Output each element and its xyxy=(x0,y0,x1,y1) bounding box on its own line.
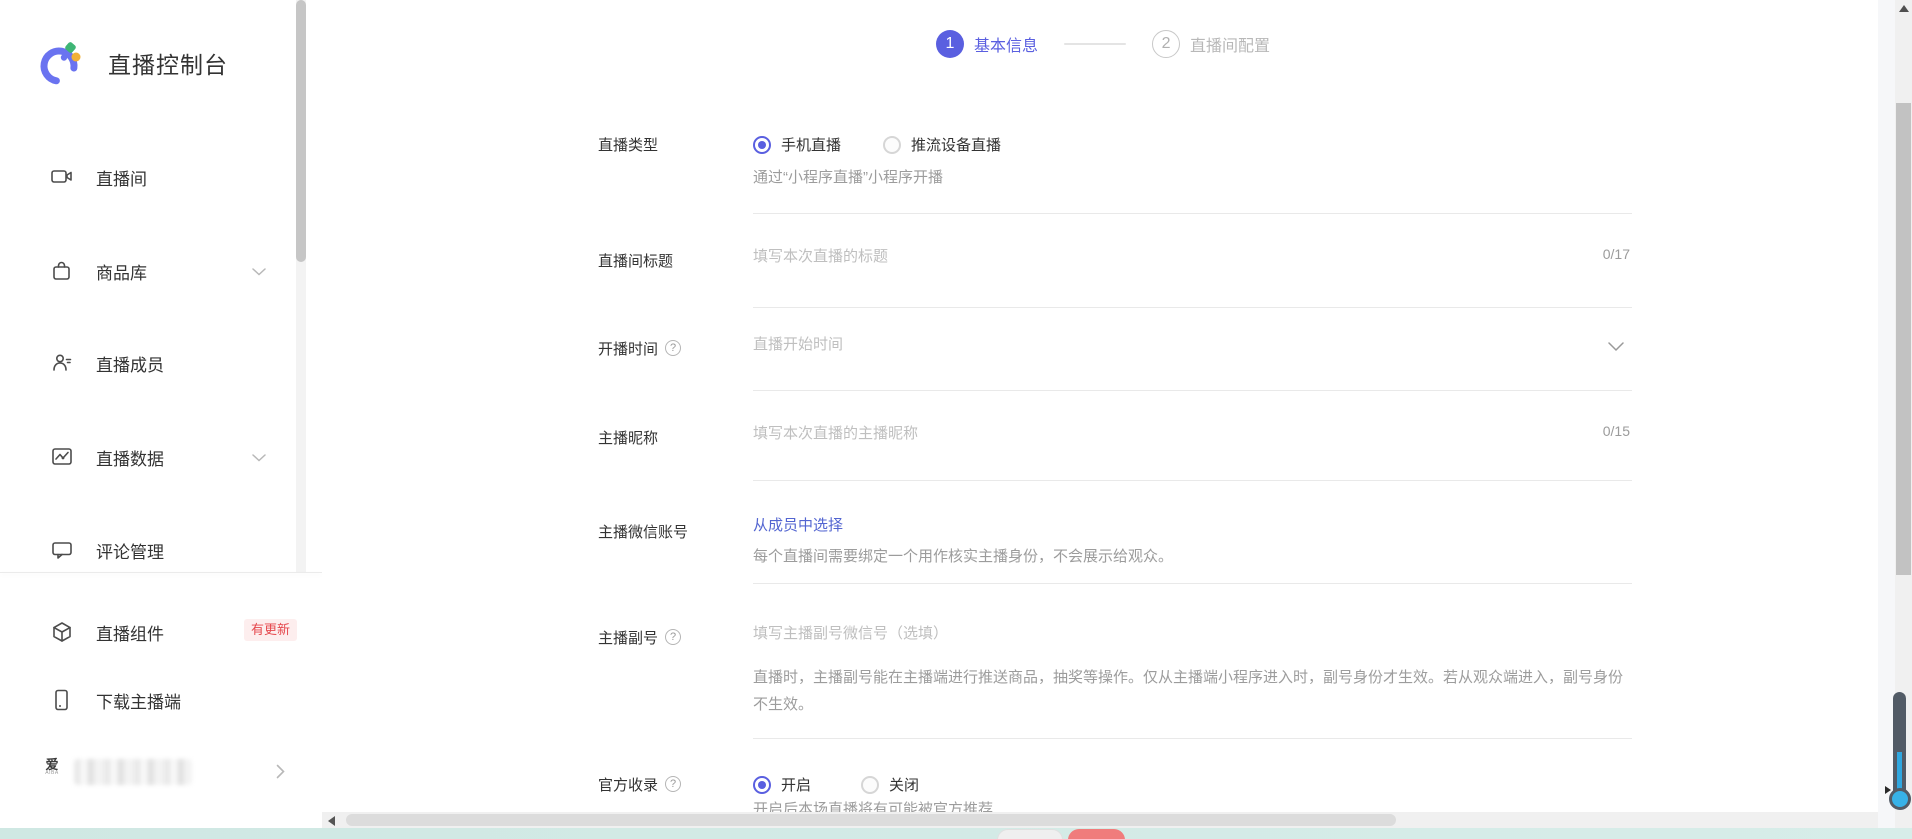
app-logo-icon xyxy=(38,40,84,86)
sub-account-hint: 直播时，主播副号能在主播端进行推送商品，抽奖等操作。仅从主播端小程序进入时，副号… xyxy=(753,664,1635,718)
row-divider xyxy=(753,583,1632,584)
sidebar-item-label: 直播数据 xyxy=(96,445,164,470)
footer-primary-button-clipped[interactable] xyxy=(1068,829,1125,839)
sidebar-scrollbar-thumb[interactable] xyxy=(296,0,306,262)
scroll-progress-widget[interactable] xyxy=(1891,692,1911,822)
comment-icon xyxy=(50,538,74,562)
vertical-scrollbar-thumb[interactable] xyxy=(1896,103,1911,575)
sidebar-item-live-data[interactable]: 直播数据 xyxy=(0,435,322,479)
official-label: 官方收录 ? xyxy=(598,774,681,794)
horizontal-scrollbar[interactable] xyxy=(322,812,1878,828)
sidebar-item-label: 直播间 xyxy=(96,165,147,190)
radio-official-off[interactable] xyxy=(861,776,879,794)
live-console-screen: 直播控制台 直播间 商品库 直播 xyxy=(0,0,1912,839)
step-1-label: 基本信息 xyxy=(974,32,1038,56)
official-radio-group: 开启 关闭 xyxy=(753,774,919,795)
row-divider xyxy=(753,390,1632,391)
host-wechat-label: 主播微信账号 xyxy=(598,521,688,541)
chevron-down-icon xyxy=(252,268,266,276)
nickname-counter: 0/15 xyxy=(1603,423,1630,439)
sidebar-item-download-host-client[interactable]: 下载主播端 xyxy=(0,678,322,722)
account-logo-subtext: AIBA xyxy=(40,771,64,776)
start-time-label-text: 开播时间 xyxy=(598,338,658,359)
room-title-input[interactable] xyxy=(753,248,1453,265)
radio-push-device-live[interactable] xyxy=(883,136,901,154)
sidebar-item-label: 直播成员 xyxy=(96,351,164,376)
sidebar-item-label: 商品库 xyxy=(96,259,147,284)
row-divider xyxy=(753,480,1632,481)
radio-phone-live-label[interactable]: 手机直播 xyxy=(781,134,841,155)
help-icon[interactable]: ? xyxy=(665,629,681,645)
start-time-input[interactable] xyxy=(753,336,1453,353)
footer-secondary-button-clipped[interactable] xyxy=(997,829,1063,839)
account-row[interactable]: 爱 AIBA xyxy=(0,750,322,794)
account-logo: 爱 AIBA xyxy=(40,758,64,786)
stepper: 1 基本信息 2 直播间配置 xyxy=(936,30,1270,58)
sidebar-item-comment-management[interactable]: 评论管理 xyxy=(0,528,322,572)
shopping-bag-icon xyxy=(50,259,74,283)
live-type-radio-group: 手机直播 推流设备直播 xyxy=(753,134,1001,155)
cube-icon xyxy=(50,620,74,644)
help-icon[interactable]: ? xyxy=(665,776,681,792)
sidebar-divider xyxy=(0,572,322,573)
sidebar-item-label: 下载主播端 xyxy=(96,688,181,713)
sub-account-label-text: 主播副号 xyxy=(598,627,658,648)
step-2-circle: 2 xyxy=(1152,30,1180,58)
sidebar-item-label: 评论管理 xyxy=(96,538,164,563)
sidebar-item-product-library[interactable]: 商品库 xyxy=(0,249,322,293)
horizontal-scrollbar-thumb[interactable] xyxy=(346,814,1396,826)
video-camera-icon xyxy=(50,165,74,189)
select-chevron-down-icon[interactable] xyxy=(1608,342,1624,352)
room-title-label: 直播间标题 xyxy=(598,250,673,270)
phone-icon xyxy=(50,688,74,712)
row-divider xyxy=(753,738,1632,739)
chart-icon xyxy=(50,445,74,469)
radio-official-off-label[interactable]: 关闭 xyxy=(889,774,919,795)
sidebar: 直播控制台 直播间 商品库 直播 xyxy=(0,0,322,839)
live-type-hint: 通过“小程序直播”小程序开播 xyxy=(753,168,943,188)
sub-account-input[interactable] xyxy=(753,625,1573,642)
official-label-text: 官方收录 xyxy=(598,774,658,795)
help-icon[interactable]: ? xyxy=(665,340,681,356)
row-divider xyxy=(753,307,1632,308)
update-badge: 有更新 xyxy=(244,619,297,641)
start-time-label: 开播时间 ? xyxy=(598,338,681,358)
radio-official-on-label[interactable]: 开启 xyxy=(781,774,811,795)
step-connector xyxy=(1064,43,1126,45)
row-divider xyxy=(753,213,1632,214)
step-1-circle: 1 xyxy=(936,30,964,58)
scroll-up-arrow[interactable] xyxy=(1899,5,1909,12)
sidebar-item-live-components[interactable]: 直播组件 有更新 xyxy=(0,610,322,654)
nickname-label: 主播昵称 xyxy=(598,427,658,447)
host-wechat-hint: 每个直播间需要绑定一个用作核实主播身份，不会展示给观众。 xyxy=(753,547,1173,567)
account-name-blurred xyxy=(74,759,192,785)
chevron-right-icon xyxy=(276,764,285,779)
app-logo-row: 直播控制台 xyxy=(38,40,228,86)
app-title: 直播控制台 xyxy=(108,46,228,80)
nickname-input[interactable] xyxy=(753,425,1453,442)
members-icon xyxy=(50,351,74,375)
scroll-left-arrow[interactable] xyxy=(328,816,335,826)
chevron-down-icon xyxy=(252,454,266,462)
live-type-label: 直播类型 xyxy=(598,134,658,154)
step-2-label: 直播间配置 xyxy=(1190,32,1270,56)
thermometer-bulb-icon xyxy=(1889,788,1911,810)
taskbar-edge xyxy=(0,828,1912,839)
radio-phone-live[interactable] xyxy=(753,136,771,154)
sidebar-item-label: 直播组件 xyxy=(96,620,164,645)
sub-account-label: 主播副号 ? xyxy=(598,627,681,647)
sidebar-item-live-members[interactable]: 直播成员 xyxy=(0,341,322,385)
sidebar-item-live-room[interactable]: 直播间 xyxy=(0,155,322,199)
radio-official-on[interactable] xyxy=(753,776,771,794)
select-from-members-link[interactable]: 从成员中选择 xyxy=(753,514,843,535)
room-title-counter: 0/17 xyxy=(1603,246,1630,262)
radio-push-device-live-label[interactable]: 推流设备直播 xyxy=(911,134,1001,155)
